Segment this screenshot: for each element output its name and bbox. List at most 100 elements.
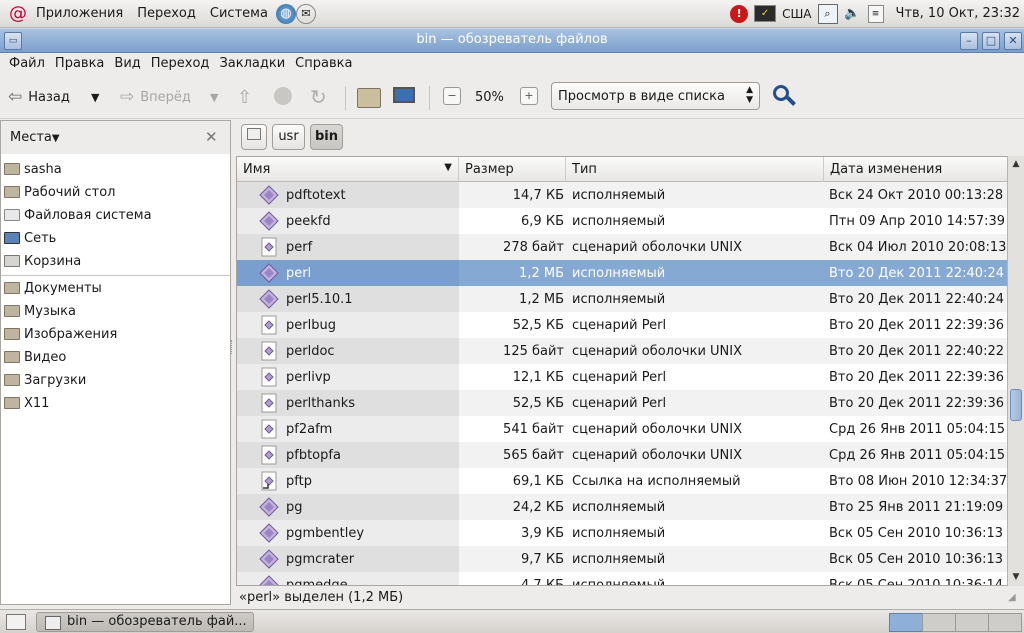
places-menu[interactable]: Переход [137,6,196,21]
sidebar-divider [1,275,230,276]
reload-icon[interactable]: ↻ [310,85,327,109]
file-row[interactable]: pgmedge 4,7 КБ исполняемый Вск 05 Сен 2010 … [237,572,1007,585]
sidebar-item-videos[interactable]: Видео [4,346,66,368]
column-header-size[interactable]: Размер [459,157,566,182]
file-row[interactable]: pf2afm 541 байт сценарий оболочки UNIX Срд … [237,416,1007,442]
resize-grip-icon[interactable]: ◢ [1008,592,1016,603]
menu-help[interactable]: Справка [295,56,352,71]
file-row[interactable]: perl5.10.1 1,2 МБ исполняемый Вто 20 Дек 20… [237,286,1007,312]
volume-icon[interactable]: 🔈 [844,5,862,23]
workspace-2[interactable] [922,613,956,632]
pathbar-root-button[interactable] [241,124,267,150]
sidebar-item-trash[interactable]: Корзина [4,250,81,272]
column-header-label: Имя [243,162,271,177]
file-date: Вск 04 Июл 2010 20:08:13 [829,240,1007,255]
zoom-out-icon[interactable]: − [443,87,461,105]
file-type: сценарий оболочки UNIX [572,448,743,463]
file-row[interactable]: perf 278 байт сценарий оболочки UNIX Вск 04… [237,234,1007,260]
back-button[interactable]: ⇦ Назад [8,85,70,109]
workspace-4[interactable] [988,613,1022,632]
applications-menu[interactable]: Приложения [36,6,123,21]
view-mode-select[interactable]: Просмотр в виде списка ▲ ▼ [551,82,760,110]
column-header-name[interactable]: Имя ▼ [237,157,459,182]
file-row[interactable]: pftp 69,1 КБ Ссылка на исполняемый Вто 08 И… [237,468,1007,494]
forward-arrow-icon: ⇨ [120,87,135,107]
sidebar-item-filesystem[interactable]: Файловая система [4,204,152,226]
file-row[interactable]: perl 1,2 МБ исполняемый Вто 20 Дек 2011 22:… [237,260,1007,286]
file-date: Вто 20 Дек 2011 22:39:36 [829,396,1004,411]
menu-view[interactable]: Вид [114,56,140,71]
menu-edit[interactable]: Правка [55,56,104,71]
computer-icon[interactable] [393,87,415,103]
file-row[interactable]: perlbug 52,5 КБ сценарий Perl Вто 20 Дек 20… [237,312,1007,338]
notes-icon[interactable]: ≡ [867,4,884,23]
taskbar-window-button[interactable]: bin — обозреватель фай... [36,612,254,632]
sidebar-item-x11[interactable]: X11 [4,392,49,414]
folder-icon [4,397,20,409]
clock[interactable]: Чтв, 10 Окт, 23:32 [896,6,1020,21]
sidebar-item-home[interactable]: sasha [4,158,62,180]
close-sidebar-icon[interactable]: ✕ [205,128,218,146]
sidebar-type-select[interactable]: Места▼ [10,130,60,145]
file-row[interactable]: pgmcrater 9,7 КБ исполняемый Вск 05 Сен 201… [237,546,1007,572]
forward-button[interactable]: ⇨ Вперёд [120,85,191,109]
file-row[interactable]: perlivp 12,1 КБ сценарий Perl Вто 20 Дек 20… [237,364,1007,390]
file-row[interactable]: pgmbentley 3,9 КБ исполняемый Вск 05 Сен 20… [237,520,1007,546]
file-row[interactable]: perldoc 125 байт сценарий оболочки UNIX Вто… [237,338,1007,364]
forward-history-dropdown[interactable]: ▼ [210,85,218,109]
show-desktop-icon[interactable] [6,614,26,630]
scroll-down-icon[interactable]: ▼ [1010,571,1022,583]
up-arrow-icon[interactable]: ⇧ [237,85,252,109]
minimize-button[interactable]: – [960,32,978,50]
file-name: pdftotext [286,188,346,203]
file-row[interactable]: pg 24,2 КБ исполняемый Вто 25 Янв 2011 21:1… [237,494,1007,520]
vertical-scrollbar[interactable]: ▲ ▼ [1007,156,1024,586]
menu-go[interactable]: Переход [151,56,210,71]
workspace-1[interactable] [889,613,923,632]
close-button[interactable]: ✕ [1004,32,1022,50]
sidebar-item-network[interactable]: Сеть [4,227,56,249]
file-row[interactable]: pdftotext 14,7 КБ исполняемый Вск 24 Окт 20… [237,182,1007,208]
menu-bookmarks[interactable]: Закладки [219,56,285,71]
column-header-type[interactable]: Тип [566,157,824,182]
sidebar-item-music[interactable]: Музыка [4,300,76,322]
column-header-date[interactable]: Дата изменения [824,157,1007,182]
display-icon[interactable]: ✓ [754,5,777,22]
zoom-in-icon[interactable]: + [520,87,538,105]
file-type: исполняемый [572,266,666,281]
sidebar-item-pictures[interactable]: Изображения [4,323,117,345]
debian-logo-icon[interactable]: @ [8,3,28,24]
sidebar-item-downloads[interactable]: Загрузки [4,369,86,391]
keyboard-layout-indicator[interactable]: США [782,7,811,21]
file-type: сценарий оболочки UNIX [572,240,743,255]
sidebar-item-documents[interactable]: Документы [4,277,102,299]
back-history-dropdown[interactable]: ▼ [91,85,99,109]
mail-icon[interactable]: ✉ [295,3,316,24]
menu-file[interactable]: Файл [9,56,45,71]
home-icon[interactable] [357,88,381,108]
file-size: 52,5 КБ [512,318,564,333]
update-notifier-icon[interactable]: ! [730,4,749,23]
toolbar-separator [345,86,346,110]
stop-icon[interactable] [274,87,292,105]
folder-icon [4,282,20,294]
web-browser-icon[interactable]: ◍ [275,3,296,24]
zoom-level[interactable]: 50% [475,85,504,109]
scroll-up-icon[interactable]: ▲ [1010,158,1022,170]
file-row[interactable]: pfbtopfa 565 байт сценарий оболочки UNIX Ср… [237,442,1007,468]
network-icon[interactable]: ⌕ [817,3,838,24]
pathbar-usr-button[interactable]: usr [272,124,305,150]
file-date: Птн 09 Апр 2010 14:57:39 [829,214,1006,229]
window-titlebar[interactable]: ▭ bin — обозреватель файлов – □ ✕ [0,28,1024,53]
workspace-3[interactable] [955,613,989,632]
pathbar-bin-button[interactable]: bin [310,124,343,150]
file-date: Вск 24 Окт 2010 00:13:28 [829,188,1004,203]
scroll-thumb[interactable] [1010,389,1022,421]
maximize-button[interactable]: □ [982,32,1000,50]
file-row[interactable]: perlthanks 52,5 КБ сценарий Perl Вто 20 Дек… [237,390,1007,416]
file-row[interactable]: peekfd 6,9 КБ исполняемый Птн 09 Апр 2010 1… [237,208,1007,234]
file-date: Вск 05 Сен 2010 10:36:13 [829,552,1004,567]
system-menu[interactable]: Система [210,6,268,21]
file-type: сценарий оболочки UNIX [572,344,743,359]
sidebar-item-desktop[interactable]: Рабочий стол [4,181,115,203]
